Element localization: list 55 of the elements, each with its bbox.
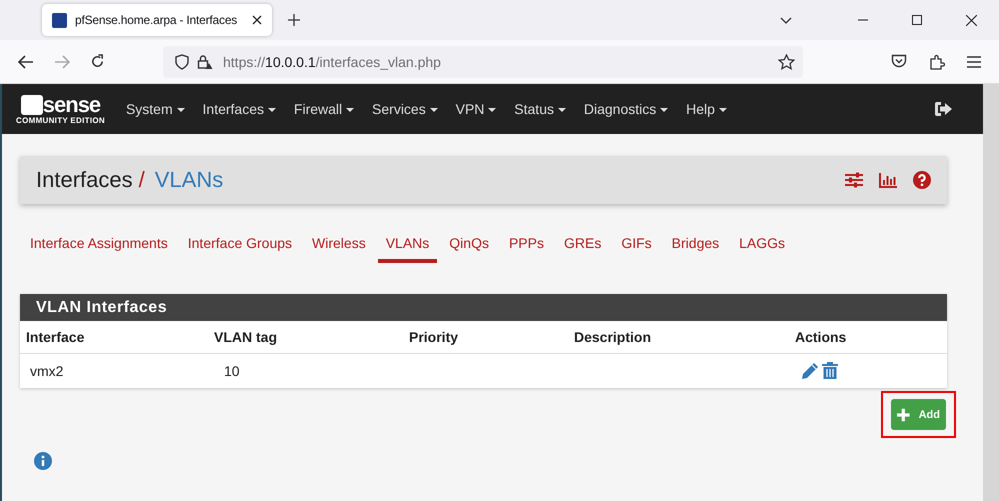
pencil-icon[interactable] — [801, 362, 819, 380]
info-icon[interactable] — [34, 452, 52, 470]
bar-chart-icon[interactable] — [879, 172, 897, 188]
nav-menu[interactable]: Help — [686, 101, 727, 117]
scrollbar[interactable] — [983, 84, 999, 501]
tab[interactable]: LAGGs — [731, 235, 794, 263]
browser-tab[interactable]: pfSense.home.arpa - Interfaces — [42, 4, 272, 36]
nav-menu[interactable]: Interfaces — [202, 101, 276, 117]
page-title: VLANs — [154, 167, 224, 193]
trash-icon[interactable] — [822, 362, 838, 380]
pocket-icon[interactable] — [891, 54, 907, 69]
tab[interactable]: Interface Groups — [180, 235, 300, 263]
tab[interactable]: PPPs — [500, 235, 552, 263]
pfsense-logo[interactable]: sense COMMUNITY EDITION — [16, 94, 105, 124]
tab[interactable]: VLANs — [378, 235, 438, 263]
breadcrumb-link[interactable]: Interfaces — [36, 167, 133, 193]
close-window-icon[interactable] — [966, 14, 977, 26]
logout-icon[interactable] — [934, 101, 953, 117]
tab[interactable]: Wireless — [304, 235, 374, 263]
nav-menu[interactable]: VPN — [456, 101, 496, 117]
menu-icon[interactable] — [967, 56, 981, 68]
column-header: Interface — [26, 329, 86, 345]
column-header: VLAN tag — [214, 329, 278, 345]
help-icon[interactable] — [913, 171, 931, 189]
nav-menu[interactable]: Firewall — [294, 101, 354, 117]
tab[interactable]: GREs — [556, 235, 610, 263]
nav-menu[interactable]: System — [126, 101, 185, 117]
shield-icon — [175, 54, 189, 70]
column-header: Priority — [409, 329, 460, 345]
column-header: Description — [574, 329, 652, 345]
tab-list-chevron-icon[interactable] — [780, 16, 792, 24]
extensions-icon[interactable] — [929, 54, 945, 70]
minimize-icon[interactable] — [858, 19, 868, 21]
sliders-icon[interactable] — [845, 172, 863, 188]
nav-menu[interactable]: Diagnostics — [584, 101, 668, 117]
nav-menu[interactable]: Status — [514, 101, 566, 117]
breadcrumb-separator: / — [138, 167, 145, 193]
reload-icon[interactable] — [90, 54, 105, 69]
panel-title: VLAN Interfaces — [20, 294, 947, 321]
new-tab-icon[interactable] — [288, 14, 300, 26]
tab[interactable]: Bridges — [664, 235, 728, 263]
table-cell-text: vmx2 — [29, 363, 64, 379]
tab[interactable]: GIFs — [613, 235, 660, 263]
maximize-icon[interactable] — [912, 15, 922, 25]
nav-menu[interactable]: Services — [372, 101, 438, 117]
plus-icon — [897, 406, 910, 422]
column-header: Actions — [795, 329, 848, 345]
close-icon[interactable] — [252, 15, 262, 25]
address-field[interactable]: https://10.0.0.1/interfaces_vlan.php — [163, 46, 803, 78]
bookmark-star-icon[interactable] — [778, 54, 795, 70]
tab[interactable]: Interface Assignments — [22, 235, 176, 263]
back-icon[interactable] — [18, 54, 34, 68]
tab[interactable]: QinQs — [441, 235, 497, 263]
lock-icon — [197, 54, 213, 70]
table-cell-text: 10 — [223, 363, 241, 379]
